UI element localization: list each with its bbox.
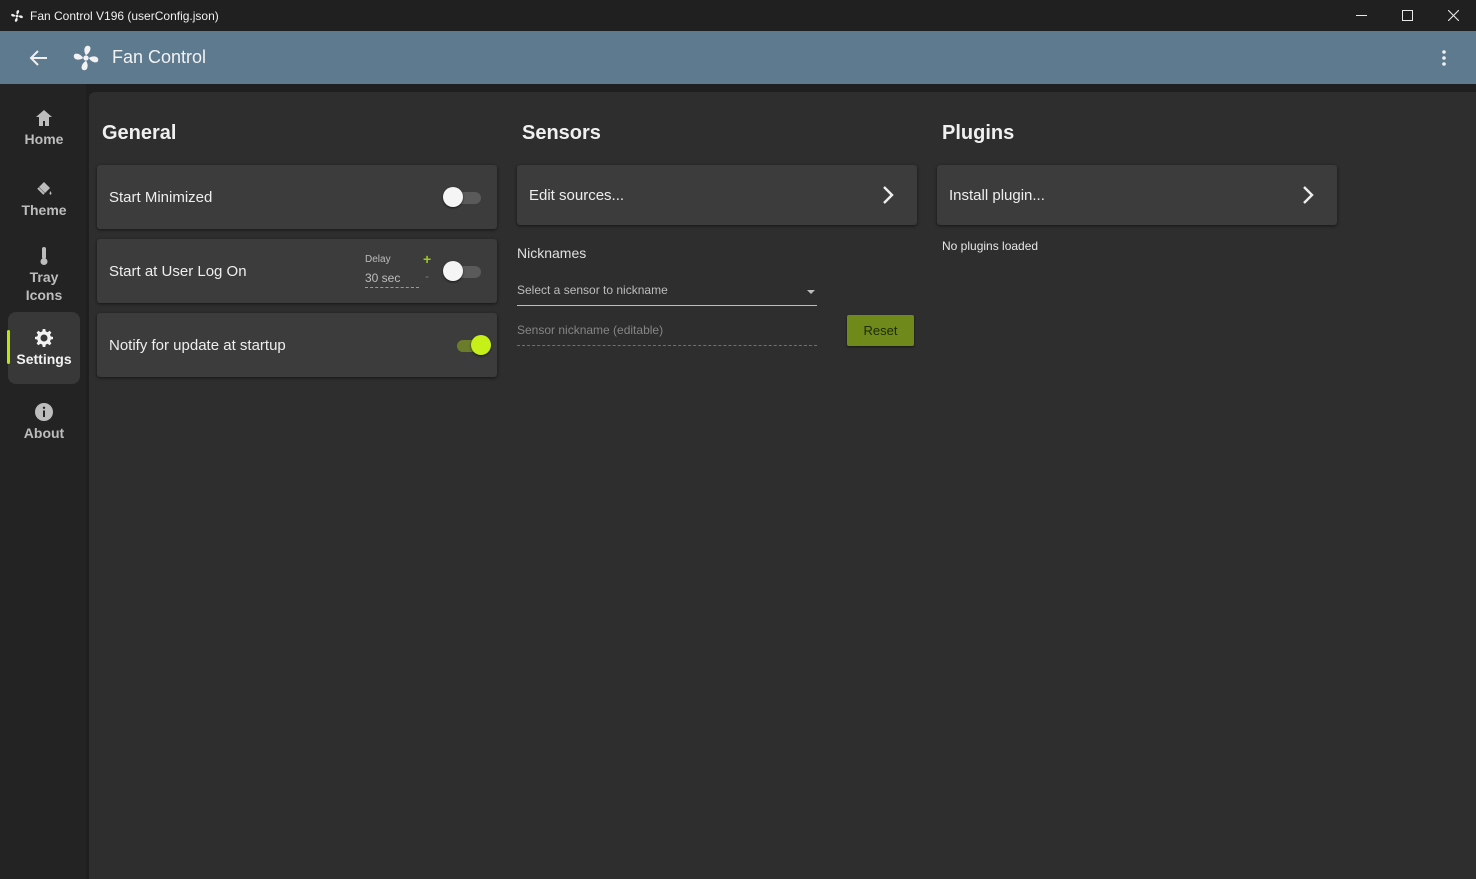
start-minimized-label: Start Minimized (109, 188, 213, 206)
delay-label: Delay (365, 254, 391, 265)
close-icon (1447, 10, 1459, 21)
nav-item-about[interactable]: About (8, 402, 80, 444)
nav-rail: Home Theme Tray Icons Settings About (0, 84, 86, 879)
close-button[interactable] (1430, 0, 1476, 31)
delay-decrease-button[interactable]: - (425, 269, 429, 283)
start-minimized-toggle[interactable] (443, 185, 483, 209)
nav-item-home[interactable]: Home (8, 108, 80, 150)
sensor-select[interactable]: Select a sensor to nickname (517, 283, 817, 306)
nav-item-label: Settings (16, 351, 72, 367)
notify-update-label: Notify for update at startup (109, 336, 286, 354)
start-at-logon-label: Start at User Log On (109, 262, 247, 280)
window-titlebar: Fan Control V196 (userConfig.json) (0, 0, 1476, 31)
app-title: Fan Control (112, 47, 207, 67)
fan-logo-icon (73, 45, 99, 70)
plugins-section-title: Plugins (942, 122, 1015, 144)
maximize-icon (1401, 10, 1413, 21)
sensor-nickname-placeholder: Sensor nickname (editable) (517, 323, 664, 337)
nav-item-tray-icons[interactable]: Tray Icons (8, 246, 80, 306)
paint-bucket-icon (37, 182, 52, 195)
general-section-title: General (102, 122, 177, 144)
more-vertical-icon (1442, 50, 1446, 66)
home-icon (36, 110, 52, 126)
toggle-thumb (443, 261, 463, 281)
fan-icon (11, 9, 23, 22)
caret-down-icon (807, 290, 815, 294)
info-icon (35, 403, 53, 421)
chevron-right-icon (883, 186, 894, 204)
nav-item-theme[interactable]: Theme (8, 179, 80, 221)
active-indicator (7, 330, 10, 364)
edit-sources-button[interactable]: Edit sources... (517, 165, 917, 225)
minimize-button[interactable] (1338, 0, 1384, 31)
nav-item-label: Home (24, 131, 64, 147)
toggle-thumb (443, 187, 463, 207)
back-button[interactable] (26, 45, 52, 71)
install-plugin-button[interactable]: Install plugin... (937, 165, 1337, 225)
nav-item-label: About (23, 425, 65, 441)
more-options-button[interactable] (1436, 46, 1452, 70)
app-header: Fan Control (0, 31, 1476, 84)
sensor-select-placeholder: Select a sensor to nickname (517, 283, 668, 297)
plugins-status-text: No plugins loaded (942, 239, 1039, 253)
sensor-nickname-input[interactable]: Sensor nickname (editable) (517, 323, 817, 346)
arrow-left-icon (29, 49, 47, 66)
gear-icon (35, 329, 53, 347)
start-minimized-card: Start Minimized (97, 165, 497, 229)
notify-update-toggle[interactable] (453, 333, 493, 357)
nicknames-title: Nicknames (517, 245, 587, 261)
minimize-icon (1355, 15, 1367, 16)
chevron-right-icon (1303, 186, 1314, 204)
nav-item-settings[interactable]: Settings (7, 312, 80, 384)
start-at-logon-toggle[interactable] (443, 259, 483, 283)
window-title: Fan Control V196 (userConfig.json) (30, 8, 219, 23)
thermometer-icon (40, 247, 48, 265)
delay-input[interactable]: 30 sec (365, 271, 419, 288)
start-at-logon-card: Start at User Log On Delay 30 sec + - (97, 239, 497, 303)
delay-increase-button[interactable]: + (423, 251, 431, 267)
sensors-section-title: Sensors (522, 122, 601, 144)
edit-sources-label: Edit sources... (529, 186, 625, 204)
notify-update-card: Notify for update at startup (97, 313, 497, 377)
reset-button[interactable]: Reset (847, 315, 914, 346)
settings-panel: General Start Minimized Start at User Lo… (89, 92, 1476, 879)
nav-item-label: Theme (21, 202, 67, 218)
toggle-thumb (471, 335, 491, 355)
maximize-button[interactable] (1384, 0, 1430, 31)
install-plugin-label: Install plugin... (949, 186, 1045, 204)
nav-item-label: Tray Icons (25, 269, 63, 303)
